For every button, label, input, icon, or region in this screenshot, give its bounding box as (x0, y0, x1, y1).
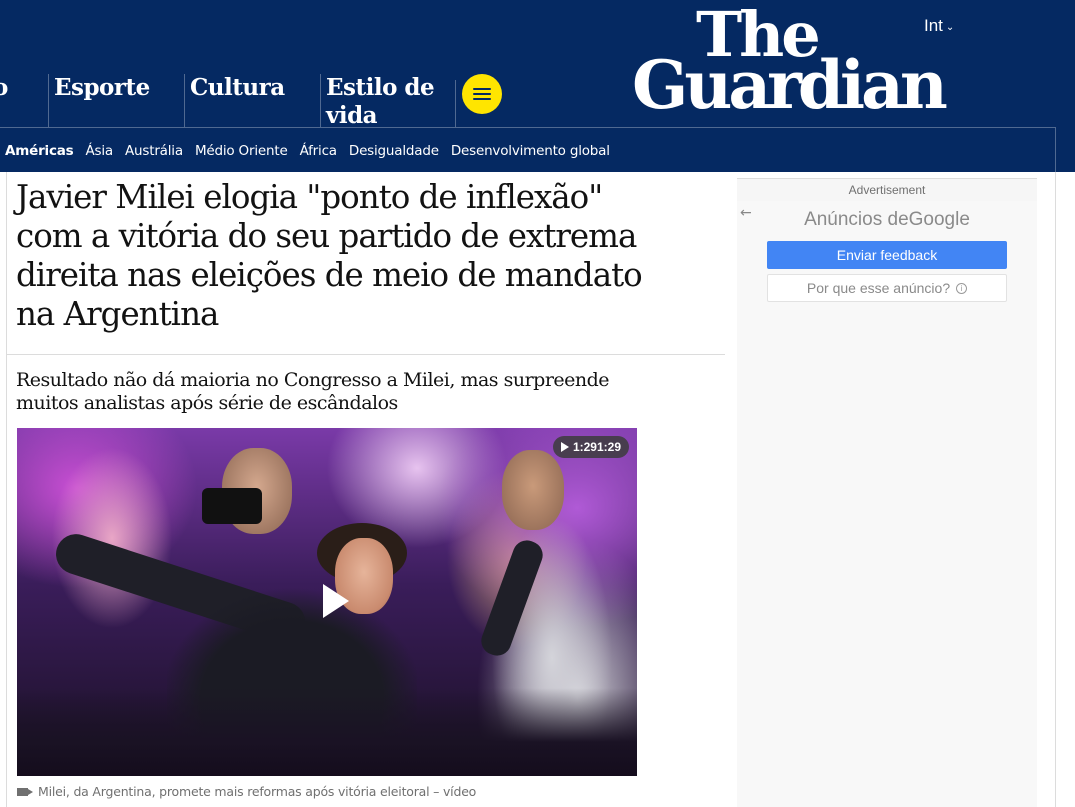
subnav-item-australia[interactable]: Austrália (125, 143, 183, 159)
pillar-link-cultura[interactable]: Cultura (184, 74, 320, 128)
video-thumbnail-figure (502, 450, 564, 530)
content-left-rule (6, 172, 7, 807)
pillar-link-partial[interactable]: o (0, 74, 48, 128)
subnav-list: Américas Ásia Austrália Médio Oriente Áf… (5, 143, 622, 159)
video-caption-text: Milei, da Argentina, promete mais reform… (38, 784, 477, 799)
video-duration-badge: 1:291:29 (552, 436, 629, 458)
guardian-logo[interactable]: The Guardian (632, 4, 962, 126)
pillar-link-esporte[interactable]: Esporte (48, 74, 184, 128)
video-player[interactable]: 1:291:29 (17, 428, 637, 776)
subnav-item-africa[interactable]: África (300, 143, 338, 159)
why-this-ad-button[interactable]: Por que esse anúncio? i (767, 274, 1007, 302)
advertisement-slot: Advertisement ← Anúncios deGoogle Enviar… (737, 178, 1037, 807)
subnav-item-asia[interactable]: Ásia (86, 143, 114, 159)
content-right-rule (1055, 172, 1056, 807)
pillar-link-estilo-de-vida[interactable]: Estilo de vida (320, 74, 456, 129)
sub-navigation: Américas Ásia Austrália Médio Oriente Áf… (0, 127, 1056, 172)
subnav-item-medio-oriente[interactable]: Médio Oriente (195, 143, 288, 159)
advertisement-label: Advertisement (848, 183, 926, 197)
article-standfirst: Resultado não dá maioria no Congresso a … (16, 369, 610, 414)
info-icon: i (956, 282, 968, 294)
subnav-item-desigualdade[interactable]: Desigualdade (349, 143, 439, 159)
subnav-item-americas[interactable]: Américas (5, 143, 74, 159)
video-camera-icon (17, 787, 33, 796)
play-icon (323, 584, 349, 618)
hamburger-icon-bar (473, 93, 491, 95)
send-feedback-button[interactable]: Enviar feedback (767, 241, 1007, 269)
video-thumbnail-camera (202, 488, 262, 524)
subnav-item-desenvolvimento-global[interactable]: Desenvolvimento global (451, 143, 610, 159)
hamburger-icon-bar (473, 88, 491, 90)
ad-feedback-panel: ← Anúncios deGoogle Enviar feedback Por … (737, 201, 1037, 807)
ad-heading: Anúncios deGoogle (737, 209, 1037, 231)
article-headline: Javier Milei elogia "ponto de inflexão" … (16, 178, 643, 333)
video-caption: Milei, da Argentina, promete mais reform… (17, 784, 476, 799)
hamburger-icon-bar (473, 98, 491, 100)
masthead: Int ⌄ The Guardian o Esporte Cultura Est… (0, 0, 1075, 172)
google-wordmark: Google (908, 209, 970, 230)
ad-heading-prefix: Anúncios de (804, 209, 909, 230)
play-icon (560, 442, 569, 452)
video-duration-text: 1:291:29 (572, 440, 621, 454)
why-this-ad-label: Por que esse anúncio? (806, 280, 951, 296)
menu-button[interactable] (462, 74, 502, 114)
logo-line-2: Guardian (632, 46, 948, 124)
video-thumbnail-crowd (17, 688, 637, 776)
headline-divider (6, 354, 725, 355)
pillar-divider (455, 80, 456, 128)
play-button[interactable] (305, 573, 361, 629)
